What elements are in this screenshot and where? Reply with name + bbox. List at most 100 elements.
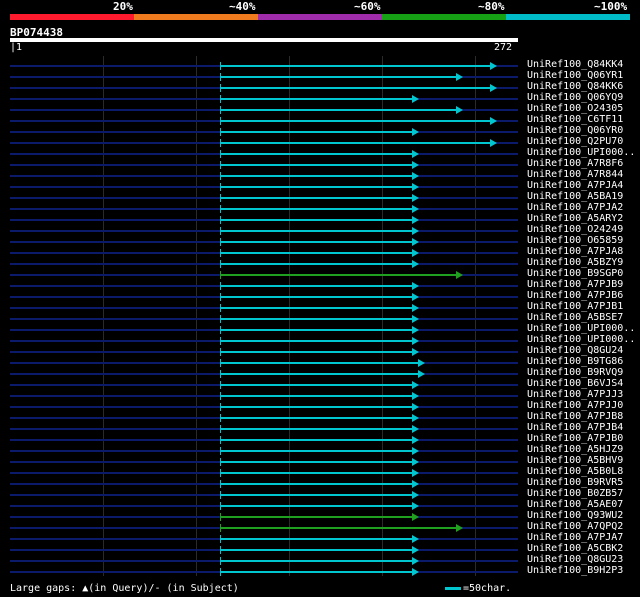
hit-alignment-bar[interactable]: [220, 571, 412, 573]
hit-name-link[interactable]: UniRef100_A7PJA7: [527, 532, 623, 543]
hit-name-link[interactable]: UniRef100_A5CBK2: [527, 543, 623, 554]
hit-name-link[interactable]: UniRef100_Q2PU70: [527, 136, 623, 147]
hit-name-link[interactable]: UniRef100_A5BHV9: [527, 455, 623, 466]
hit-alignment-bar[interactable]: [220, 494, 412, 496]
hit-alignment-bar[interactable]: [220, 527, 456, 529]
hit-alignment-bar[interactable]: [220, 417, 412, 419]
hit-alignment-bar[interactable]: [220, 65, 490, 67]
hit-alignment-bar[interactable]: [220, 362, 418, 364]
hit-name-link[interactable]: UniRef100_A7PJB8: [527, 411, 623, 422]
hit-name-link[interactable]: UniRef100_Q8GU24: [527, 345, 623, 356]
hit-alignment-bar[interactable]: [220, 395, 412, 397]
hit-alignment-bar[interactable]: [220, 142, 490, 144]
hit-name-link[interactable]: UniRef100_B9RVQ9: [527, 367, 623, 378]
hit-alignment-bar[interactable]: [220, 461, 412, 463]
hit-alignment-bar[interactable]: [220, 219, 412, 221]
hit-name-link[interactable]: UniRef100_A7PJB6: [527, 290, 623, 301]
hit-name-link[interactable]: UniRef100_Q8GU23: [527, 554, 623, 565]
hit-name-link[interactable]: UniRef100_Q93WU2: [527, 510, 623, 521]
hit-alignment-bar[interactable]: [220, 285, 412, 287]
hit-name-link[interactable]: UniRef100_Q06YR1: [527, 70, 623, 81]
hit-name-link[interactable]: UniRef100_A7QPQ2: [527, 521, 623, 532]
hit-name-link[interactable]: UniRef100_A5ARY2: [527, 213, 623, 224]
hit-name-link[interactable]: UniRef100_O24305: [527, 103, 623, 114]
scale-note: =50char.: [463, 583, 512, 594]
hit-alignment-bar[interactable]: [220, 450, 412, 452]
hit-alignment-bar[interactable]: [220, 296, 412, 298]
hit-alignment-bar[interactable]: [220, 241, 412, 243]
hit-name-link[interactable]: UniRef100_A5AE07: [527, 499, 623, 510]
hit-name-link[interactable]: UniRef100_A7R8F6: [527, 158, 623, 169]
hit-alignment-bar[interactable]: [220, 406, 412, 408]
hit-name-link[interactable]: UniRef100_A5BA19: [527, 191, 623, 202]
hit-arrow-icon: [412, 348, 419, 356]
hit-name-link[interactable]: UniRef100_A7PJB0: [527, 433, 623, 444]
hit-alignment-bar[interactable]: [220, 120, 490, 122]
hit-name-link[interactable]: UniRef100_Q06YR0: [527, 125, 623, 136]
hit-alignment-bar[interactable]: [220, 131, 412, 133]
hit-arrow-icon: [412, 491, 419, 499]
hit-alignment-bar[interactable]: [220, 109, 456, 111]
hit-name-link[interactable]: UniRef100_Q84KK4: [527, 59, 623, 70]
hit-alignment-bar[interactable]: [220, 505, 412, 507]
hit-name-link[interactable]: UniRef100_A5HJZ9: [527, 444, 623, 455]
hit-name-link[interactable]: UniRef100_A7PJB4: [527, 422, 623, 433]
hit-alignment-bar[interactable]: [220, 164, 412, 166]
hit-name-link[interactable]: UniRef100_A7PJJ0: [527, 400, 623, 411]
hit-alignment-bar[interactable]: [220, 384, 412, 386]
hit-alignment-bar[interactable]: [220, 197, 412, 199]
hit-name-link[interactable]: UniRef100_A7PJA8: [527, 246, 623, 257]
hit-name-link[interactable]: UniRef100_Q84KK6: [527, 81, 623, 92]
hit-name-link[interactable]: UniRef100_A7R844: [527, 169, 623, 180]
hit-alignment-bar[interactable]: [220, 87, 490, 89]
hit-alignment-bar[interactable]: [220, 351, 412, 353]
hit-alignment-bar[interactable]: [220, 340, 412, 342]
hit-name-link[interactable]: UniRef100_B9RVR5: [527, 477, 623, 488]
hit-name-link[interactable]: UniRef100_B9TG86: [527, 356, 623, 367]
hit-name-link[interactable]: UniRef100_A7PJB9: [527, 279, 623, 290]
hit-alignment-bar[interactable]: [220, 549, 412, 551]
hit-arrow-icon: [412, 568, 419, 576]
hit-name-link[interactable]: UniRef100_O65859: [527, 235, 623, 246]
hit-alignment-bar[interactable]: [220, 329, 412, 331]
hit-name-link[interactable]: UniRef100_A7PJA2: [527, 202, 623, 213]
hit-name-link[interactable]: UniRef100_A5BSE7: [527, 312, 623, 323]
hit-alignment-bar[interactable]: [220, 307, 412, 309]
hit-alignment-bar[interactable]: [220, 208, 412, 210]
hit-name-link[interactable]: UniRef100_B9SGP0: [527, 268, 623, 279]
hit-name-link[interactable]: UniRef100_Q06YQ9: [527, 92, 623, 103]
hit-name-link[interactable]: UniRef100_A5BZY9: [527, 257, 623, 268]
hit-alignment-bar[interactable]: [220, 483, 412, 485]
hit-alignment-bar[interactable]: [220, 230, 412, 232]
hit-alignment-bar[interactable]: [220, 274, 456, 276]
large-gaps-legend: Large gaps: ▲(in Query)/- (in Subject): [10, 583, 239, 594]
hit-name-link[interactable]: UniRef100_UPI000..: [527, 334, 635, 345]
hit-alignment-bar[interactable]: [220, 186, 412, 188]
hit-alignment-bar[interactable]: [220, 472, 412, 474]
hit-alignment-bar[interactable]: [220, 153, 412, 155]
hit-alignment-bar[interactable]: [220, 516, 412, 518]
hit-name-link[interactable]: UniRef100_B6VJS4: [527, 378, 623, 389]
hit-alignment-bar[interactable]: [220, 252, 412, 254]
hit-name-link[interactable]: UniRef100_A7PJJ3: [527, 389, 623, 400]
hit-alignment-bar[interactable]: [220, 98, 412, 100]
hit-alignment-bar[interactable]: [220, 439, 412, 441]
hit-name-link[interactable]: UniRef100_C6TF11: [527, 114, 623, 125]
hit-alignment-bar[interactable]: [220, 318, 412, 320]
hit-alignment-bar[interactable]: [220, 76, 456, 78]
hit-alignment-bar[interactable]: [220, 263, 412, 265]
hit-name-link[interactable]: UniRef100_A7PJA4: [527, 180, 623, 191]
grid-line: [289, 56, 290, 576]
hit-name-link[interactable]: UniRef100_B0ZB57: [527, 488, 623, 499]
hit-alignment-bar[interactable]: [220, 560, 412, 562]
hit-name-link[interactable]: UniRef100_UPI000..: [527, 147, 635, 158]
hit-alignment-bar[interactable]: [220, 428, 412, 430]
hit-name-link[interactable]: UniRef100_B9H2P3: [527, 565, 623, 576]
hit-name-link[interactable]: UniRef100_O24249: [527, 224, 623, 235]
hit-alignment-bar[interactable]: [220, 538, 412, 540]
hit-name-link[interactable]: UniRef100_A7PJB1: [527, 301, 623, 312]
hit-name-link[interactable]: UniRef100_A5B0L8: [527, 466, 623, 477]
hit-alignment-bar[interactable]: [220, 175, 412, 177]
hit-name-link[interactable]: UniRef100_UPI000..: [527, 323, 635, 334]
hit-alignment-bar[interactable]: [220, 373, 418, 375]
